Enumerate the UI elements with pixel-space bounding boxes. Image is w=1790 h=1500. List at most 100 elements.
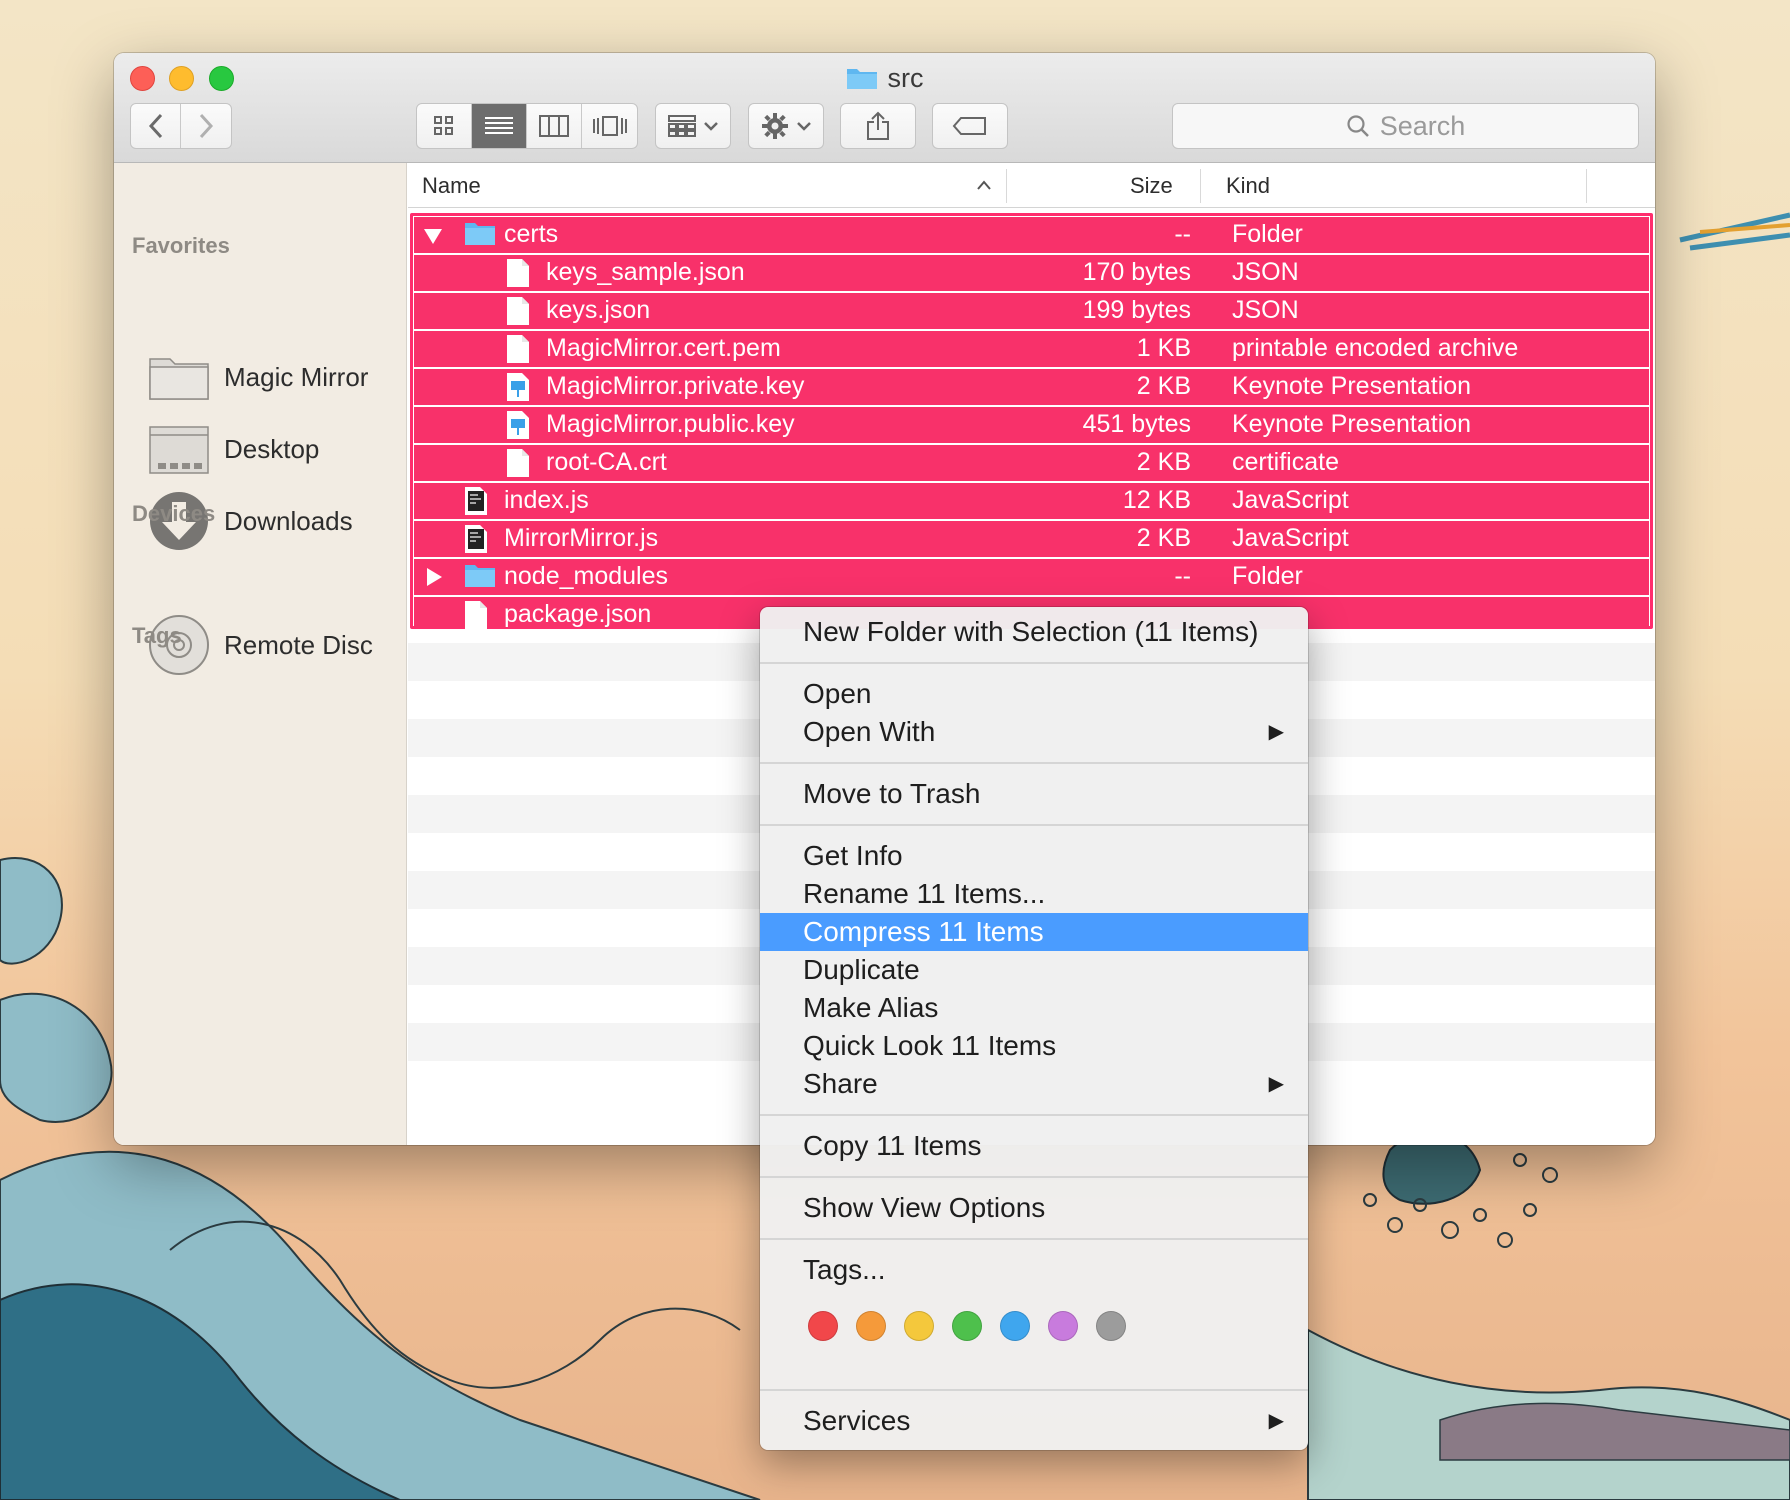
file-row[interactable]: root-CA.crt 2 KB certificate <box>414 445 1649 481</box>
file-kind: JSON <box>1232 258 1299 286</box>
file-size: 12 KB <box>1122 486 1191 514</box>
menu-item-move-to-trash[interactable]: Move to Trash <box>760 775 1308 813</box>
toolbar: src Search <box>114 53 1655 163</box>
forward-button[interactable] <box>181 104 231 148</box>
share-icon <box>867 111 889 140</box>
submenu-arrow-icon: ▶ <box>1268 1410 1284 1432</box>
menu-item-share[interactable]: Share ▶ <box>760 1065 1308 1103</box>
file-size: 451 bytes <box>1082 410 1191 438</box>
menu-item-copy[interactable]: Copy 11 Items <box>760 1127 1308 1165</box>
menu-item-open[interactable]: Open <box>760 675 1308 713</box>
menu-item-get-info[interactable]: Get Info <box>760 837 1308 875</box>
action-button[interactable] <box>748 103 824 149</box>
file-name: keys_sample.json <box>546 258 745 286</box>
icon-view-button[interactable] <box>417 104 472 148</box>
file-row[interactable]: keys_sample.json 170 bytes JSON <box>414 255 1649 291</box>
folder-icon <box>464 220 496 253</box>
menu-item-quick-look[interactable]: Quick Look 11 Items <box>760 1027 1308 1065</box>
list-lines-icon <box>485 117 513 134</box>
menu-item-duplicate[interactable]: Duplicate <box>760 951 1308 989</box>
folder-icon <box>846 69 877 89</box>
icon-grid-icon <box>434 116 453 135</box>
file-kind: Keynote Presentation <box>1232 372 1472 400</box>
gear-icon <box>762 113 788 139</box>
keynote-file-icon <box>506 372 530 409</box>
menu-separator <box>760 1114 1308 1116</box>
column-view-button[interactable] <box>527 104 582 148</box>
tag-color-dot[interactable] <box>856 1311 886 1341</box>
document-icon <box>506 296 530 333</box>
column-header-name[interactable]: Name <box>422 173 481 199</box>
folder-icon <box>464 562 496 595</box>
file-name: MagicMirror.public.key <box>546 410 795 438</box>
file-row[interactable]: MagicMirror.private.key 2 KB Keynote Prese… <box>414 369 1649 405</box>
file-size: 199 bytes <box>1082 296 1191 324</box>
menu-item-label: Open With <box>803 716 936 747</box>
arrange-button[interactable] <box>655 103 731 149</box>
desktop-folder-icon <box>149 426 209 474</box>
menu-item-new-folder-with-selection[interactable]: New Folder with Selection (11 Items) <box>760 613 1308 651</box>
tag-icon <box>952 117 986 135</box>
nav-buttons <box>130 103 232 149</box>
window-title-text: src <box>887 63 924 93</box>
file-row[interactable]: index.js 12 KB JavaScript <box>414 483 1649 519</box>
column-divider <box>1006 169 1007 203</box>
menu-item-open-with[interactable]: Open With ▶ <box>760 713 1308 751</box>
file-kind: JSON <box>1232 296 1299 324</box>
menu-item-tags[interactable]: Tags... <box>760 1251 1308 1289</box>
tag-color-dot[interactable] <box>1000 1311 1030 1341</box>
sidebar-item-magic-mirror[interactable]: Magic Mirror <box>148 345 368 409</box>
favorites-heading: Favorites <box>132 233 230 258</box>
list-view-button[interactable] <box>472 104 527 148</box>
file-kind: JavaScript <box>1232 486 1349 514</box>
context-menu: New Folder with Selection (11 Items) Ope… <box>760 607 1308 1450</box>
file-name: MagicMirror.cert.pem <box>546 334 781 362</box>
file-kind: printable encoded archive <box>1232 334 1519 362</box>
sidebar-item-label: Remote Disc <box>224 629 373 660</box>
menu-item-services[interactable]: Services ▶ <box>760 1402 1308 1440</box>
menu-item-make-alias[interactable]: Make Alias <box>760 989 1308 1027</box>
tags-heading: Tags <box>132 623 182 648</box>
menu-item-rename[interactable]: Rename 11 Items... <box>760 875 1308 913</box>
disclosure-triangle-closed-icon[interactable] <box>427 568 442 586</box>
menu-item-compress[interactable]: Compress 11 Items <box>760 913 1308 951</box>
file-name: root-CA.crt <box>546 448 667 476</box>
file-row[interactable]: keys.json 199 bytes JSON <box>414 293 1649 329</box>
column-header-size[interactable]: Size <box>1130 173 1173 199</box>
sidebar-item-remote-disc[interactable]: Remote Disc <box>148 613 373 677</box>
sidebar-item-label: Desktop <box>224 433 320 464</box>
file-kind: JavaScript <box>1232 524 1349 552</box>
search-field[interactable]: Search <box>1172 103 1639 149</box>
file-name: MagicMirror.private.key <box>546 372 805 400</box>
menu-item-show-view-options[interactable]: Show View Options <box>760 1189 1308 1227</box>
file-name: certs <box>504 220 559 248</box>
edit-tags-button[interactable] <box>932 103 1008 149</box>
tag-color-dot[interactable] <box>1048 1311 1078 1341</box>
back-button[interactable] <box>131 104 182 148</box>
tag-color-dot[interactable] <box>904 1311 934 1341</box>
file-row[interactable]: node_modules -- Folder <box>414 559 1649 595</box>
column-header-kind[interactable]: Kind <box>1226 173 1270 199</box>
file-row[interactable]: MirrorMirror.js 2 KB JavaScript <box>414 521 1649 557</box>
file-row[interactable]: MagicMirror.public.key 451 bytes Keynote P… <box>414 407 1649 443</box>
file-row[interactable]: MagicMirror.cert.pem 1 KB printable encode… <box>414 331 1649 367</box>
cover-flow-icon <box>592 116 627 136</box>
share-button[interactable] <box>840 103 916 149</box>
submenu-arrow-icon: ▶ <box>1268 1073 1284 1095</box>
arrange-grid-icon <box>668 115 696 137</box>
sidebar-item-label: Downloads <box>224 505 353 536</box>
gallery-view-button[interactable] <box>582 104 637 148</box>
menu-separator <box>760 1176 1308 1178</box>
disclosure-triangle-open-icon[interactable] <box>424 229 442 244</box>
tag-color-dot[interactable] <box>1096 1311 1126 1341</box>
sort-ascending-icon <box>977 180 991 190</box>
sidebar-item-desktop[interactable]: Desktop <box>148 417 319 481</box>
tag-color-dot[interactable] <box>808 1311 838 1341</box>
file-kind: Folder <box>1232 562 1303 590</box>
tag-color-dot[interactable] <box>952 1311 982 1341</box>
file-name: node_modules <box>504 562 669 590</box>
file-size: 2 KB <box>1136 448 1191 476</box>
file-row[interactable]: certs -- Folder <box>414 217 1649 253</box>
file-size: 2 KB <box>1136 372 1191 400</box>
script-file-icon <box>464 524 488 561</box>
